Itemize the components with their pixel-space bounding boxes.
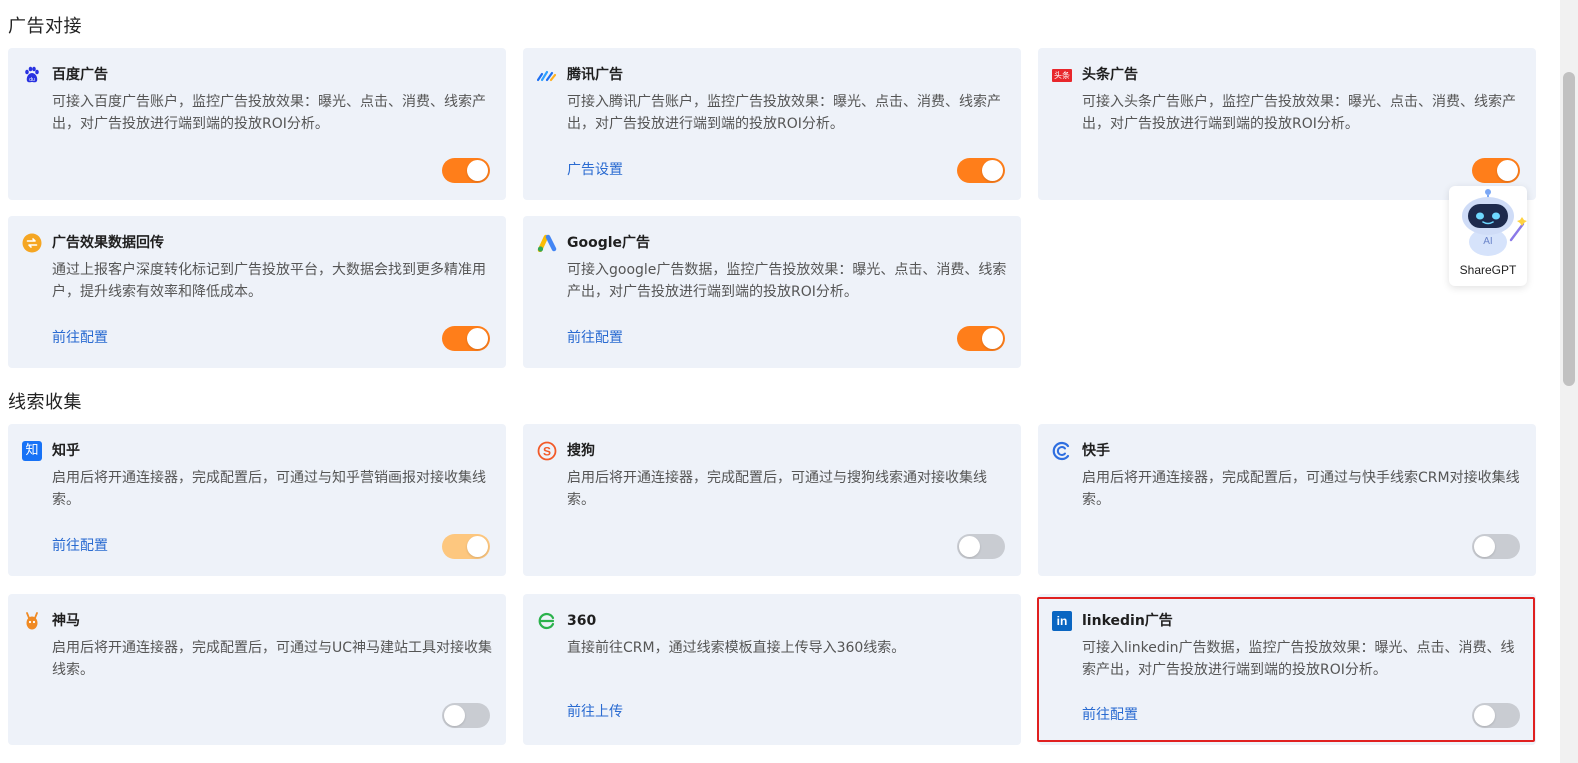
svg-text:S: S	[543, 445, 551, 459]
robot-ai-badge: AI	[1483, 236, 1493, 247]
card-title: 搜狗	[567, 443, 595, 459]
card-description: 启用后将开通连接器，完成配置后，可通过与搜狗线索通对接收集线索。	[567, 470, 987, 508]
toggle-knob	[982, 328, 1003, 349]
configure-link[interactable]: 前往配置	[567, 328, 623, 348]
toggle-knob	[982, 160, 1003, 181]
scrollbar-thumb[interactable]	[1563, 72, 1575, 386]
card-title: linkedin广告	[1082, 613, 1173, 629]
card-title: 百度广告	[52, 67, 108, 83]
enable-toggle[interactable]	[1472, 158, 1520, 183]
card-kuaishou: 快手 启用后将开通连接器，完成配置后，可通过与快手线索CRM对接收集线索。	[1038, 424, 1536, 576]
card-360: 360 直接前往CRM，通过线索模板直接上传导入360线索。 前往上传	[523, 594, 1021, 745]
toggle-knob	[467, 536, 488, 557]
toggle-knob	[467, 160, 488, 181]
baidu-icon: du	[22, 65, 42, 85]
zhihu-icon-text: 知	[22, 441, 42, 461]
enable-toggle[interactable]	[442, 703, 490, 728]
card-description: 启用后将开通连接器，完成配置后，可通过与UC神马建站工具对接收集线索。	[52, 640, 493, 678]
card-zhihu: 知 知乎 启用后将开通连接器，完成配置后，可通过与知乎营销画报对接收集线索。 前…	[8, 424, 506, 576]
card-shenma: 神马 启用后将开通连接器，完成配置后，可通过与UC神马建站工具对接收集线索。	[8, 594, 506, 745]
assistant-label: ShareGPT	[1459, 263, 1517, 277]
card-description: 可接入google广告数据，监控广告投放效果：曝光、点击、消费、线索产出，对广告…	[567, 262, 1007, 300]
toggle-knob	[444, 705, 465, 726]
vertical-scrollbar[interactable]	[1560, 0, 1578, 763]
sogou-icon: S	[537, 441, 557, 461]
configure-link[interactable]: 前往配置	[1082, 705, 1138, 725]
svg-text:du: du	[29, 77, 35, 83]
data-return-icon	[22, 233, 42, 253]
tencent-ads-icon	[537, 65, 557, 85]
section-title-ads: 广告对接	[8, 16, 82, 37]
enable-toggle[interactable]	[442, 326, 490, 351]
configure-link[interactable]: 前往配置	[52, 536, 108, 556]
card-title: 360	[567, 613, 597, 629]
toggle-knob	[1474, 536, 1495, 557]
google-ads-icon	[537, 233, 557, 253]
card-description: 启用后将开通连接器，完成配置后，可通过与知乎营销画报对接收集线索。	[52, 470, 486, 508]
card-description: 可接入腾讯广告账户，监控广告投放效果：曝光、点击、消费、线索产出，对广告投放进行…	[567, 94, 1001, 132]
card-description: 可接入linkedin广告数据，监控广告投放效果：曝光、点击、消费、线索产出，对…	[1082, 640, 1515, 678]
card-title: 广告效果数据回传	[52, 235, 164, 251]
enable-toggle	[442, 534, 490, 559]
card-title: 腾讯广告	[567, 67, 623, 83]
card-title: Google广告	[567, 235, 651, 251]
upload-link[interactable]: 前往上传	[567, 702, 623, 722]
enable-toggle[interactable]	[1472, 534, 1520, 559]
shenma-icon	[22, 611, 42, 631]
enable-toggle[interactable]	[442, 158, 490, 183]
card-description: 通过上报客户深度转化标记到广告投放平台，大数据会找到更多精准用户，提升线索有效率…	[52, 262, 486, 300]
ai-assistant-button[interactable]: AI ShareGPT	[1449, 186, 1527, 286]
card-description: 可接入头条广告账户，监控广告投放效果：曝光、点击、消费、线索产出，对广告投放进行…	[1082, 94, 1516, 132]
card-baidu: du 百度广告 可接入百度广告账户，监控广告投放效果：曝光、点击、消费、线索产出…	[8, 48, 506, 200]
toutiao-icon-text: 头条	[1052, 68, 1072, 82]
ad-settings-link[interactable]: 广告设置	[567, 160, 623, 180]
zhihu-icon: 知	[22, 441, 42, 461]
card-title: 快手	[1082, 443, 1110, 459]
section-title-leads: 线索收集	[8, 392, 82, 413]
enable-toggle[interactable]	[957, 534, 1005, 559]
card-title: 神马	[52, 613, 80, 629]
card-google: Google广告 可接入google广告数据，监控广告投放效果：曝光、点击、消费…	[523, 216, 1021, 368]
robot-icon	[1462, 189, 1527, 256]
enable-toggle[interactable]	[957, 158, 1005, 183]
card-data-return: 广告效果数据回传 通过上报客户深度转化标记到广告投放平台，大数据会找到更多精准用…	[8, 216, 506, 368]
card-title: 知乎	[52, 443, 80, 459]
linkedin-icon-text: in	[1052, 611, 1072, 631]
toggle-knob	[1497, 160, 1518, 181]
card-description: 启用后将开通连接器，完成配置后，可通过与快手线索CRM对接收集线索。	[1082, 470, 1520, 508]
card-toutiao: 头条 头条广告 可接入头条广告账户，监控广告投放效果：曝光、点击、消费、线索产出…	[1038, 48, 1536, 200]
card-description: 可接入百度广告账户，监控广告投放效果：曝光、点击、消费、线索产出，对广告投放进行…	[52, 94, 486, 132]
enable-toggle[interactable]	[957, 326, 1005, 351]
360-icon	[537, 611, 557, 631]
toutiao-icon: 头条	[1052, 65, 1072, 85]
card-linkedin: in linkedin广告 可接入linkedin广告数据，监控广告投放效果：曝…	[1038, 594, 1536, 745]
card-title: 头条广告	[1082, 67, 1138, 83]
kuaishou-icon	[1052, 441, 1072, 461]
configure-link[interactable]: 前往配置	[52, 328, 108, 348]
toggle-knob	[467, 328, 488, 349]
toggle-knob	[1474, 705, 1495, 726]
card-description: 直接前往CRM，通过线索模板直接上传导入360线索。	[567, 640, 906, 656]
card-tencent: 腾讯广告 可接入腾讯广告账户，监控广告投放效果：曝光、点击、消费、线索产出，对广…	[523, 48, 1021, 200]
linkedin-icon: in	[1052, 611, 1072, 631]
card-sogou: S 搜狗 启用后将开通连接器，完成配置后，可通过与搜狗线索通对接收集线索。	[523, 424, 1021, 576]
enable-toggle[interactable]	[1472, 703, 1520, 728]
toggle-knob	[959, 536, 980, 557]
